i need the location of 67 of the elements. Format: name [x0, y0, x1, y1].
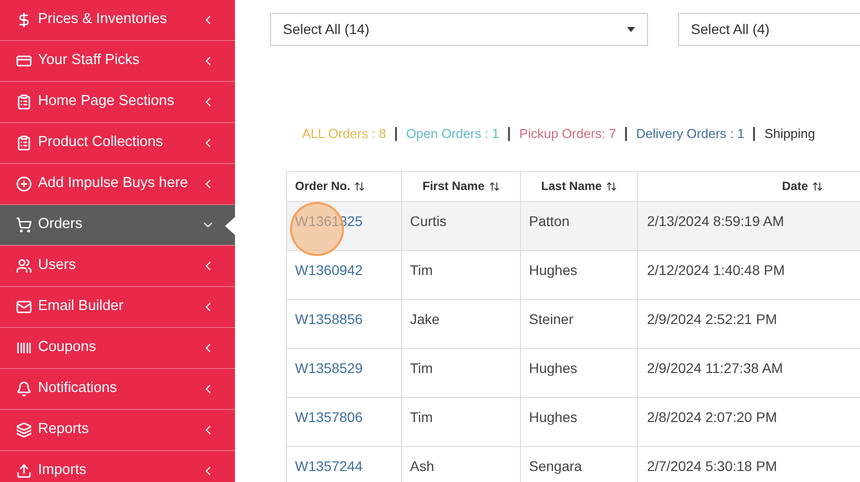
sidebar-label: Reports — [38, 420, 90, 440]
table-cell: Tim — [410, 262, 433, 278]
caret-icon — [627, 27, 635, 32]
layers-icon — [16, 422, 32, 438]
order-link[interactable]: W1357806 — [295, 408, 363, 424]
sidebar-label: Home Page Sections — [38, 92, 176, 112]
table-row[interactable]: W1358856 Jake Steiner 2/9/2024 2:52:21 PM — [287, 300, 860, 348]
order-filter-tab[interactable]: Shipping — [764, 124, 816, 144]
table-cell: 2/7/2024 5:30:18 PM — [647, 458, 777, 474]
sort-icon — [488, 180, 500, 192]
table-cell: 2/8/2024 2:07:20 PM — [647, 408, 777, 424]
table-cell: Patton — [529, 212, 570, 228]
table-cell: Curtis — [410, 212, 447, 228]
upload-icon — [16, 463, 32, 479]
table-row[interactable]: W1358529 Tim Hughes 2/9/2024 11:27:38 AM — [287, 348, 860, 398]
sidebar-label: Coupons — [38, 338, 98, 358]
bell-icon — [16, 381, 32, 397]
barcode-icon — [16, 340, 32, 356]
table-cell: Hughes — [529, 408, 578, 424]
column-header[interactable]: Last Name — [521, 172, 638, 200]
envelope-icon — [16, 299, 32, 315]
sidebar-label: Orders — [38, 215, 84, 234]
order-link[interactable]: W1358529 — [295, 360, 363, 376]
sidebar-label: Add Impulse Buys here — [38, 174, 189, 194]
table-cell: Hughes — [529, 360, 578, 376]
sort-icon — [606, 180, 617, 192]
table-cell: 2/12/2024 1:40:48 PM — [647, 262, 785, 278]
column-header[interactable]: First Name — [402, 172, 521, 200]
table-cell: Tim — [410, 360, 433, 376]
column-header[interactable]: Order No. — [287, 172, 402, 200]
order-link[interactable]: W1358856 — [295, 310, 363, 326]
table-row[interactable]: W1357244 Ash Sengara 2/7/2024 5:30:18 PM — [287, 446, 860, 482]
table-row[interactable]: W1357806 Tim Hughes 2/8/2024 2:07:20 PM — [287, 398, 860, 446]
table-cell: 2/13/2024 8:59:19 AM — [647, 212, 784, 228]
plus-circle-icon — [16, 176, 32, 192]
clipboard-icon — [16, 94, 32, 110]
sidebar-label: Users — [38, 256, 77, 276]
table-row[interactable]: W1360942 Tim Hughes 2/12/2024 1:40:48 PM — [287, 250, 860, 300]
dropdown-field[interactable]: Select All (14) — [270, 13, 648, 46]
table-cell: 2/9/2024 2:52:21 PM — [647, 310, 777, 326]
order-filter-tab[interactable]: Delivery Orders : 1 — [636, 124, 744, 144]
table-cell: Hughes — [529, 262, 578, 278]
sidebar-label: Your Staff Picks — [38, 51, 141, 70]
sidebar-label: Prices & Inventories — [38, 10, 168, 30]
sidebar-item[interactable]: Orders — [0, 205, 235, 246]
dropdown-field[interactable]: Select All (4) — [678, 13, 860, 46]
table-cell: Jake — [410, 310, 440, 326]
cart-icon — [16, 217, 32, 233]
users-icon — [16, 258, 32, 274]
table-cell: Sengara — [529, 458, 582, 474]
table-cell: Ash — [410, 458, 434, 474]
sidebar-label: Email Builder — [38, 297, 124, 316]
sort-icon — [354, 180, 366, 192]
table-cell: Tim — [410, 408, 433, 424]
sidebar-label: Imports — [38, 461, 88, 480]
order-link[interactable]: W1357244 — [295, 458, 363, 474]
sidebar-label: Product Collections — [38, 133, 164, 152]
pointer-arrow-icon — [225, 217, 235, 235]
table-cell: Steiner — [529, 310, 574, 326]
order-link[interactable]: W1360942 — [295, 262, 363, 278]
card-icon — [16, 53, 32, 69]
sidebar-label: Notifications — [38, 379, 118, 398]
table-cell: 2/9/2024 11:27:38 AM — [647, 360, 783, 376]
order-filter-tab[interactable]: Pickup Orders: 7 — [519, 124, 616, 144]
column-header[interactable]: Date — [638, 172, 860, 200]
clipboard-icon — [16, 135, 32, 151]
sort-icon — [812, 180, 823, 192]
